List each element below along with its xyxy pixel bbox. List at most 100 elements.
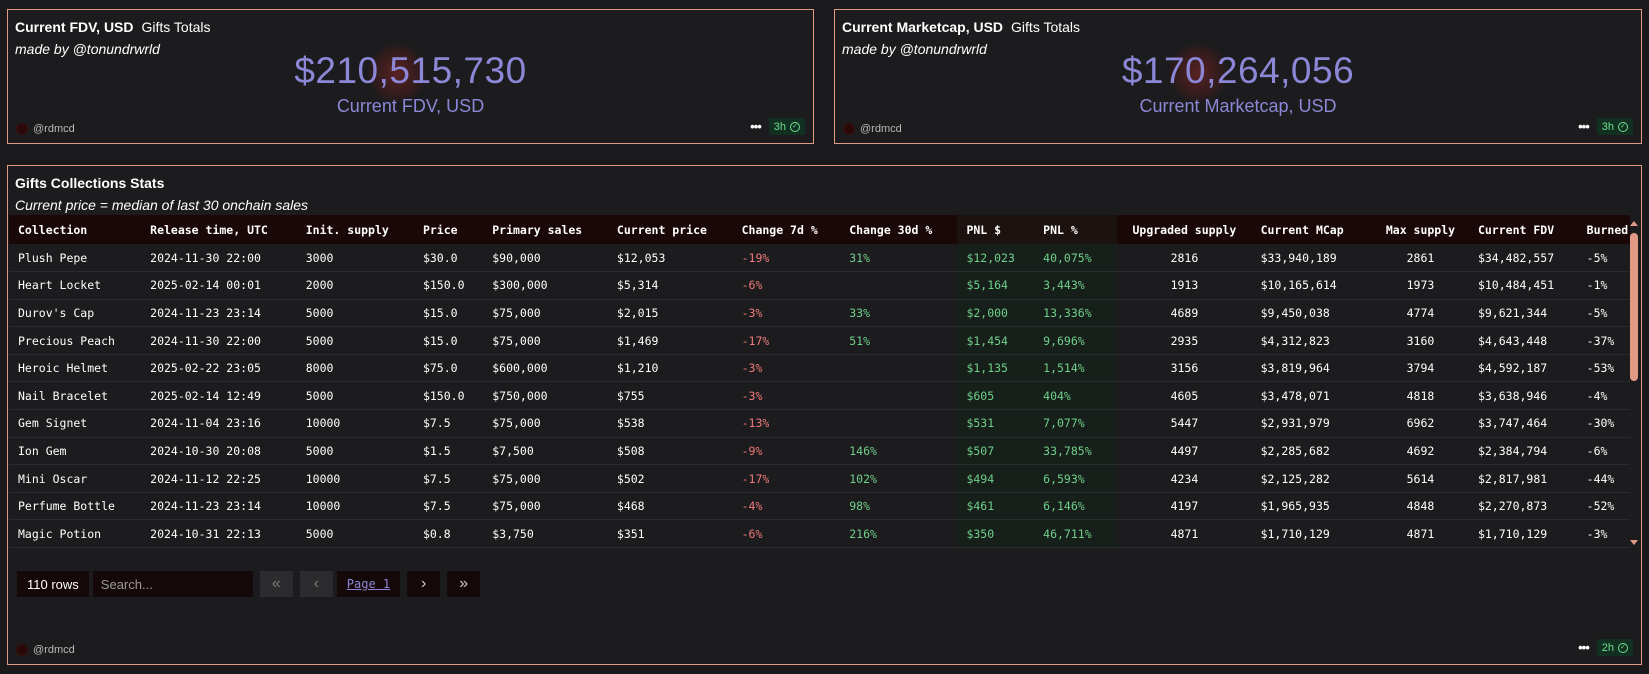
stats-table-container[interactable]: Collection Release time, UTC Init. suppl…	[9, 215, 1630, 549]
table-cell: 3794	[1371, 354, 1469, 383]
table-cell: $2,015	[607, 299, 733, 328]
table-cell: 51%	[840, 326, 958, 355]
column-header[interactable]: Current FDV	[1469, 215, 1578, 244]
table-cell: -19%	[732, 244, 841, 273]
column-header[interactable]: Collection	[9, 215, 141, 244]
table-cell: $351	[607, 519, 733, 549]
panel-subtitle: Current price = median of last 30 onchai…	[15, 197, 308, 213]
table-row[interactable]: Nail Bracelet 2025-02-14 12:49 5000 $150.0 $…	[9, 381, 1630, 411]
marketcap-counter-panel: Current Marketcap, USD Gifts Totals made …	[834, 9, 1642, 144]
check-circle-icon: ✓	[1618, 642, 1628, 653]
column-header[interactable]: Primary sales	[483, 215, 608, 244]
column-header[interactable]: Change 7d %	[733, 215, 841, 244]
owner-name: @rdmcd	[860, 123, 902, 135]
table-cell: 4774	[1371, 299, 1469, 328]
table-row[interactable]: Mini Oscar 2024-11-12 22:25 10000 $7.5 $75,0…	[9, 464, 1630, 493]
table-cell: 1913	[1117, 271, 1252, 300]
panel-controls: ••• 3h ✓	[1578, 118, 1633, 135]
table-cell: Perfume Bottle	[9, 492, 142, 521]
panel-owner[interactable]: @rdmcd	[16, 644, 75, 656]
table-cell: 40,075%	[1034, 244, 1118, 273]
table-cell: 3,443%	[1034, 271, 1118, 300]
page-indicator[interactable]: Page 1	[336, 571, 401, 597]
refresh-age: 3h	[773, 120, 786, 133]
table-cell: $1,710,129	[1251, 519, 1372, 549]
table-cell: $12,053	[607, 244, 733, 273]
table-row[interactable]: Gem Signet 2024-11-04 23:16 10000 $7.5 $75,0…	[9, 409, 1630, 438]
scroll-up-icon[interactable]	[1630, 221, 1638, 226]
column-header[interactable]: PNL $	[957, 215, 1035, 244]
table-row[interactable]: Ion Gem 2024-10-30 20:08 5000 $1.5 $7,500 $50…	[9, 437, 1630, 466]
table-cell: 4234	[1117, 464, 1252, 493]
table-row[interactable]: Heroic Helmet 2025-02-22 23:05 8000 $75.0 $6…	[9, 354, 1630, 383]
table-cell: 2025-02-14 00:01	[141, 271, 297, 300]
next-page-icon[interactable]: ›	[407, 571, 441, 597]
table-scrollbar[interactable]	[1628, 215, 1640, 549]
table-cell: 4818	[1371, 381, 1469, 411]
table-cell: $10,484,451	[1468, 271, 1578, 300]
table-cell: $15.0	[413, 326, 484, 355]
previous-page-icon[interactable]: ‹	[299, 571, 333, 597]
table-row[interactable]: Precious Peach 2024-11-30 22:00 5000 $15.0 $…	[9, 326, 1630, 355]
table-cell: $150.0	[413, 271, 484, 300]
search-input[interactable]	[92, 571, 253, 597]
panel-owner[interactable]: @rdmcd	[843, 123, 902, 135]
column-header[interactable]: Current MCap	[1252, 215, 1372, 244]
table-cell: -3%	[1577, 519, 1630, 549]
table-cell: $2,270,873	[1468, 492, 1578, 521]
table-cell: $507	[957, 437, 1035, 466]
owner-name: @rdmcd	[33, 123, 75, 135]
column-header[interactable]: Release time, UTC	[141, 215, 297, 244]
table-cell: 10000	[296, 464, 414, 493]
last-page-icon[interactable]: »	[447, 571, 481, 597]
table-cell	[840, 271, 958, 300]
refresh-age: 2h	[1601, 641, 1614, 654]
table-cell: $75,000	[483, 409, 608, 438]
table-cell: 404%	[1034, 381, 1118, 411]
more-options-icon[interactable]: •••	[1578, 640, 1590, 655]
refresh-badge[interactable]: 3h ✓	[768, 118, 805, 135]
scroll-down-icon[interactable]	[1630, 540, 1638, 545]
panel-title-main: Gifts Collections Stats	[15, 175, 165, 191]
column-header[interactable]: Change 30d %	[840, 215, 957, 244]
marketcap-label: Current Marketcap, USD	[1139, 96, 1337, 116]
table-row[interactable]: Plush Pepe 2024-11-30 22:00 3000 $30.0 $90,0…	[9, 244, 1630, 273]
scrollbar-thumb[interactable]	[1630, 233, 1638, 381]
table-row[interactable]: Perfume Bottle 2024-11-23 23:14 10000 $7.5 $…	[9, 492, 1630, 521]
table-cell: $0.8	[413, 519, 484, 549]
table-cell: -13%	[732, 409, 841, 438]
refresh-badge[interactable]: 3h ✓	[1596, 118, 1633, 135]
table-cell: $3,819,964	[1251, 354, 1372, 383]
column-header[interactable]: Burned	[1578, 215, 1630, 244]
table-cell: 8000	[296, 354, 414, 383]
table-cell	[840, 409, 958, 438]
table-cell: 5000	[296, 519, 414, 549]
table-cell: $468	[607, 492, 733, 521]
table-row[interactable]: Durov's Cap 2024-11-23 23:14 5000 $15.0 $75,…	[9, 299, 1630, 328]
table-cell: 6,146%	[1034, 492, 1118, 521]
table-cell: $2,817,981	[1468, 464, 1578, 493]
table-row[interactable]: Heart Locket 2025-02-14 00:01 2000 $150.0 $3…	[9, 271, 1630, 300]
table-cell: Gem Signet	[9, 409, 142, 438]
first-page-icon[interactable]: «	[259, 571, 293, 597]
column-header[interactable]: Current price	[608, 215, 733, 244]
panel-owner[interactable]: @rdmcd	[16, 123, 75, 135]
table-cell: $90,000	[483, 244, 608, 273]
table-cell: $34,482,557	[1468, 244, 1578, 273]
table-cell: 3000	[296, 244, 414, 273]
column-header[interactable]: PNL %	[1034, 215, 1118, 244]
refresh-badge[interactable]: 2h ✓	[1596, 639, 1633, 656]
column-header[interactable]: Upgraded supply	[1117, 215, 1251, 244]
table-cell: $3,750	[483, 519, 608, 549]
column-header[interactable]: Init. supply	[297, 215, 414, 244]
column-header[interactable]: Max supply	[1372, 215, 1469, 244]
table-cell: $4,312,823	[1251, 326, 1372, 355]
table-row[interactable]: Magic Potion 2024-10-31 22:13 5000 $0.8 $3,7…	[9, 519, 1630, 549]
column-header[interactable]: Price	[414, 215, 483, 244]
table-cell: -4%	[732, 492, 841, 521]
more-options-icon[interactable]: •••	[750, 119, 762, 134]
table-cell: 2935	[1117, 326, 1252, 355]
more-options-icon[interactable]: •••	[1578, 119, 1590, 134]
table-cell: $75.0	[413, 354, 484, 383]
table-cell: $7.5	[413, 409, 484, 438]
